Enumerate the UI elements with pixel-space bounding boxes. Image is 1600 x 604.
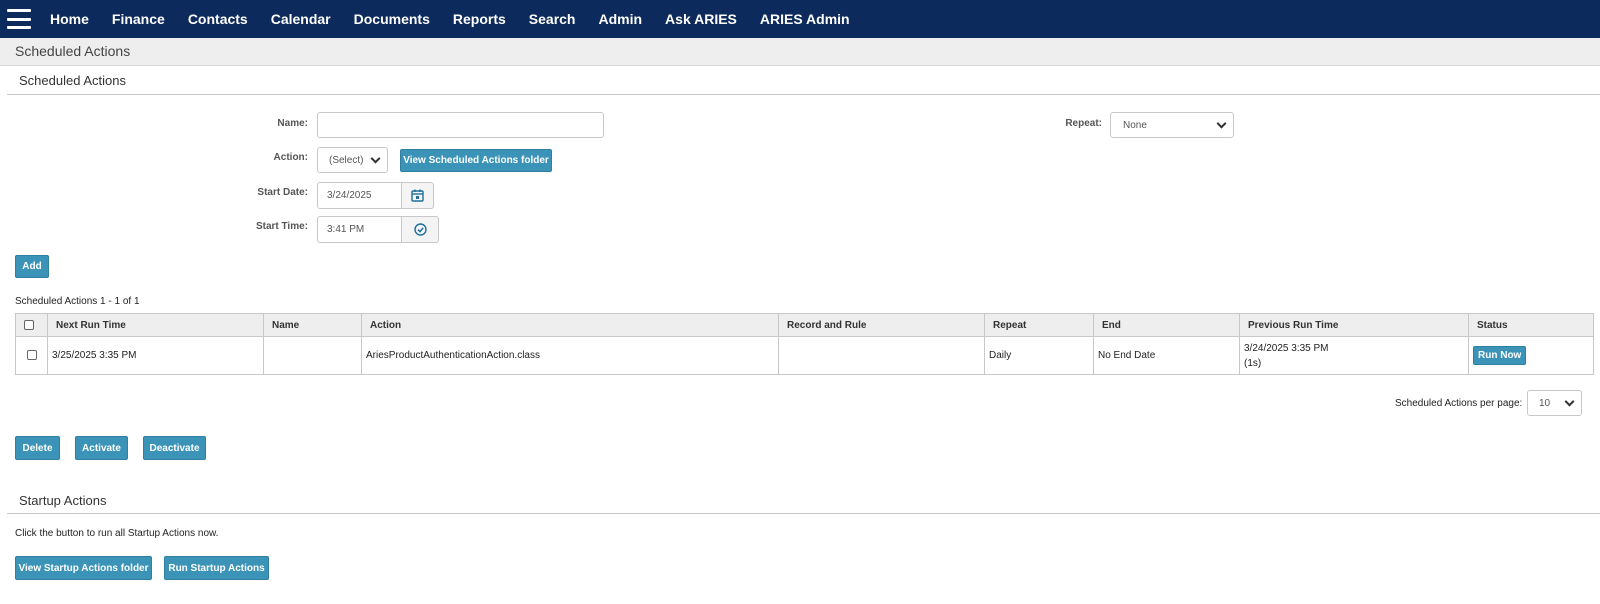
repeat-select[interactable]: None: [1110, 112, 1234, 138]
scheduled-actions-count: Scheduled Actions 1 - 1 of 1: [15, 296, 140, 307]
name-input[interactable]: [317, 112, 604, 138]
nav-ask-aries[interactable]: Ask ARIES: [665, 11, 737, 27]
column-name[interactable]: Name: [263, 313, 362, 337]
record-rule-cell: [778, 336, 985, 375]
column-repeat[interactable]: Repeat: [984, 313, 1094, 337]
chevron-down-icon: [1564, 396, 1575, 407]
column-next-run-time[interactable]: Next Run Time: [47, 313, 264, 337]
action-select-value: (Select): [329, 154, 364, 166]
previous-run-time: 3/24/2025 3:35 PM: [1244, 342, 1329, 354]
chevron-down-icon: [1216, 118, 1227, 129]
action-label: Action:: [273, 152, 308, 163]
calendar-icon: [411, 189, 424, 202]
nav-finance[interactable]: Finance: [112, 11, 165, 27]
nav-documents[interactable]: Documents: [354, 11, 430, 27]
start-time-input[interactable]: 3:41 PM: [317, 216, 402, 243]
table-header-row: Next Run Time Name Action Record and Rul…: [15, 313, 1594, 337]
row-select-cell: [15, 336, 48, 375]
repeat-select-value: None: [1123, 119, 1147, 131]
column-status[interactable]: Status: [1468, 313, 1594, 337]
hamburger-menu-icon[interactable]: [7, 9, 31, 29]
action-cell: AriesProductAuthenticationAction.class: [361, 336, 779, 375]
scheduled-actions-heading: Scheduled Actions: [19, 73, 126, 88]
start-date-label: Start Date:: [257, 187, 308, 198]
page-title: Scheduled Actions: [15, 43, 131, 59]
nav-search[interactable]: Search: [529, 11, 576, 27]
add-button[interactable]: Add: [15, 255, 49, 278]
select-all-checkbox[interactable]: [24, 319, 34, 330]
repeat-label: Repeat:: [1065, 118, 1102, 129]
nav-home[interactable]: Home: [50, 11, 89, 27]
activate-button[interactable]: Activate: [75, 436, 128, 460]
nav-aries-admin[interactable]: ARIES Admin: [760, 11, 850, 27]
section-divider: [7, 94, 1600, 95]
top-navigation-bar: Home Finance Contacts Calendar Documents…: [0, 0, 1600, 38]
delete-button[interactable]: Delete: [15, 436, 60, 460]
name-label: Name:: [277, 118, 308, 129]
column-end[interactable]: End: [1093, 313, 1240, 337]
row-checkbox[interactable]: [26, 350, 37, 361]
chevron-down-icon: [370, 153, 381, 164]
per-page-value: 10: [1539, 397, 1551, 409]
run-now-button[interactable]: Run Now: [1473, 346, 1527, 365]
status-cell: Run Now: [1468, 336, 1594, 375]
start-date-input[interactable]: 3/24/2025: [317, 182, 402, 209]
run-startup-actions-button[interactable]: Run Startup Actions: [164, 556, 269, 580]
startup-actions-description: Click the button to run all Startup Acti…: [15, 528, 219, 539]
previous-run-cell: 3/24/2025 3:35 PM (1s): [1239, 336, 1469, 375]
section-divider: [7, 513, 1600, 514]
column-previous-run-time[interactable]: Previous Run Time: [1239, 313, 1469, 337]
clock-check-icon: [413, 223, 427, 236]
start-time-value: 3:41 PM: [327, 224, 365, 235]
view-startup-actions-folder-button[interactable]: View Startup Actions folder: [15, 556, 152, 580]
end-cell: No End Date: [1093, 336, 1240, 375]
column-record-and-rule[interactable]: Record and Rule: [778, 313, 985, 337]
start-time-label: Start Time:: [255, 221, 308, 232]
name-cell: [263, 336, 362, 375]
per-page-select[interactable]: 10: [1527, 390, 1582, 416]
time-picker-button[interactable]: [402, 216, 439, 243]
nav-admin[interactable]: Admin: [598, 11, 642, 27]
page-title-strip: Scheduled Actions: [0, 38, 1600, 66]
deactivate-button[interactable]: Deactivate: [143, 436, 206, 460]
nav-reports[interactable]: Reports: [453, 11, 506, 27]
view-scheduled-actions-folder-button[interactable]: View Scheduled Actions folder: [400, 149, 552, 172]
repeat-cell: Daily: [984, 336, 1094, 375]
column-action[interactable]: Action: [361, 313, 779, 337]
previous-run-duration: (1s): [1244, 357, 1262, 369]
select-all-cell: [15, 313, 48, 337]
next-run-cell: 3/25/2025 3:35 PM: [47, 336, 264, 375]
nav-contacts[interactable]: Contacts: [188, 11, 248, 27]
table-row: 3/25/2025 3:35 PM AriesProductAuthentica…: [15, 336, 1594, 375]
startup-actions-heading: Startup Actions: [19, 493, 107, 508]
scheduled-actions-table: Next Run Time Name Action Record and Rul…: [15, 313, 1594, 375]
per-page-label: Scheduled Actions per page:: [1395, 398, 1523, 409]
start-date-value: 3/24/2025: [327, 190, 372, 201]
calendar-picker-button[interactable]: [402, 182, 434, 209]
action-select[interactable]: (Select): [317, 147, 388, 173]
nav-calendar[interactable]: Calendar: [271, 11, 331, 27]
